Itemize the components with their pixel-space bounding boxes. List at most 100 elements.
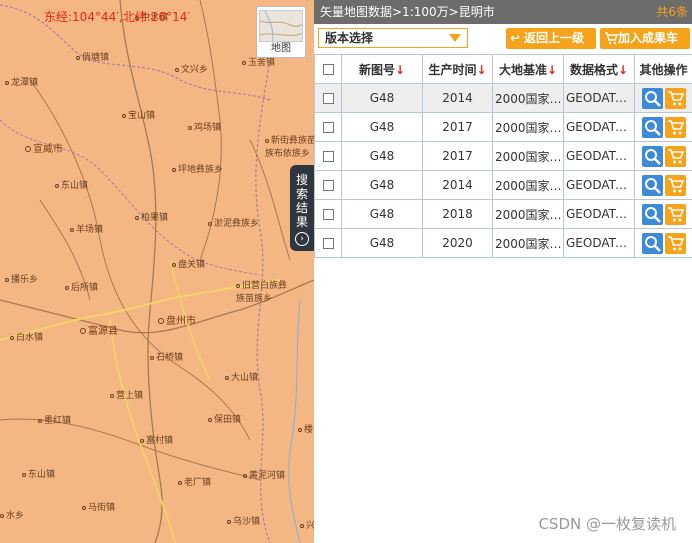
place-name: 柏果镇 [141,213,169,223]
map-place-label: 新街彝族苗族布依族乡 [265,133,314,159]
map-place-label: 盘关镇 [172,257,205,270]
search-results-panel: 矢量地图数据>1:100万>昆明市 共6条 版本选择 ↩ 返回上一级 加入成果车… [314,0,692,543]
place-marker-icon [172,167,176,172]
cart-icon[interactable] [664,145,686,167]
place-marker-icon [158,318,164,324]
row-checkbox[interactable] [322,238,334,249]
search-icon[interactable] [641,203,663,225]
row-select-cell[interactable] [314,199,342,229]
cart-icon[interactable] [664,174,686,196]
place-name: 盘关镇 [178,260,206,270]
map-place-label: 后所镇 [65,280,98,293]
table-row[interactable]: G4820182000国家大地坐标系GEODATABASE [314,199,692,229]
table-row[interactable]: G4820172000国家大地坐标系GEODATABASE [314,141,692,171]
row-checkbox[interactable] [322,180,334,191]
column-header: 其他操作 [634,54,692,84]
cart-icon[interactable] [664,87,686,109]
map-place-label: 墨红镇 [38,413,71,426]
select-all-header[interactable] [314,54,342,84]
row-checkbox[interactable] [322,122,334,133]
row-select-cell[interactable] [314,112,342,142]
column-header[interactable]: 数据格式↓ [563,54,635,84]
row-checkbox[interactable] [322,209,334,220]
column-header[interactable]: 新图号↓ [341,54,423,84]
place-name: 鸡场镇 [194,123,222,133]
place-marker-icon [110,393,114,398]
place-marker-icon [236,283,240,288]
table-header-row: 新图号↓ 生产时间↓ 大地基准↓ 数据格式↓ 其他操作 [314,54,692,84]
production-year-cell: 2014 [422,83,493,113]
search-icon[interactable] [641,145,663,167]
cart-icon[interactable] [664,203,686,225]
datum-cell: 2000国家大地坐标系 [492,199,564,229]
chevron-right-icon: › [295,232,309,246]
back-button[interactable]: ↩ 返回上一级 [506,28,596,49]
place-marker-icon [172,262,176,267]
search-icon[interactable] [641,116,663,138]
place-marker-icon [122,113,126,118]
search-icon[interactable] [641,232,663,254]
map-place-label: 文兴乡 [175,62,208,75]
place-name: 倘塘镇 [82,53,110,63]
search-icon[interactable] [641,174,663,196]
datum-cell: 2000国家大地坐标系 [492,228,564,258]
table-row[interactable]: G4820172000国家大地坐标系GEODATABASE [314,112,692,142]
table-row[interactable]: G4820202000国家大地坐标系GEODATABASE [314,228,692,258]
format-cell: GEODATABASE [563,199,635,229]
place-marker-icon [0,513,4,518]
cart-icon[interactable] [664,232,686,254]
place-name: 乌沙镇 [233,517,261,527]
place-marker-icon [178,480,182,485]
row-checkbox[interactable] [322,93,334,104]
map-place-label: 水乡 [0,508,24,521]
place-marker-icon [82,505,86,510]
search-results-toggle[interactable]: 搜索结果 › [290,165,314,251]
row-select-cell[interactable] [314,83,342,113]
map-place-label: 盘州市 [158,312,196,327]
row-select-cell[interactable] [314,170,342,200]
table-row[interactable]: G4820142000国家大地坐标系GEODATABASE [314,83,692,113]
basemap-switch-button[interactable]: 地图 [256,6,306,58]
place-name: 龙潭镇 [11,78,39,88]
map-view[interactable]: 东经:104°44′,北纬:26°14′ 地图 搜索结果 › 中水镇 倘塘镇 文兴乡… [0,0,314,543]
coordinate-readout: 东经:104°44′,北纬:26°14′ [44,10,191,24]
production-year-cell: 2018 [422,199,493,229]
add-to-cart-button[interactable]: 加入成果车 [600,28,690,49]
place-name: 黄泥河镇 [249,471,286,481]
map-place-label: 黄泥河镇 [243,468,285,481]
row-select-cell[interactable] [314,228,342,258]
place-name: 水乡 [6,511,25,521]
place-name: 玉舍镇 [248,58,276,68]
table-row[interactable]: G4820142000国家大地坐标系GEODATABASE [314,170,692,200]
row-checkbox[interactable] [322,151,334,162]
place-marker-icon [80,328,86,334]
cart-icon[interactable] [664,116,686,138]
row-actions-cell [634,199,692,229]
place-name: 营上镇 [116,391,144,401]
place-name: 文兴乡 [181,65,209,75]
place-name: 淤泥彝族乡 [214,219,260,229]
place-marker-icon [150,355,154,360]
map-place-label: 富村镇 [140,433,173,446]
map-place-label: 乌沙镇 [227,514,260,527]
dropdown-arrow-icon [449,34,461,42]
row-actions-cell [634,141,692,171]
place-name: 盘州市 [166,316,196,327]
version-select[interactable]: 版本选择 [318,28,468,48]
select-all-checkbox[interactable] [322,64,334,75]
map-place-label: 东山镇 [55,178,88,191]
place-name: 楼 [304,425,314,435]
place-name: 播乐乡 [11,275,39,285]
row-select-cell[interactable] [314,141,342,171]
column-header[interactable]: 大地基准↓ [492,54,564,84]
map-place-label: 白水镇 [10,330,43,343]
search-icon[interactable] [641,87,663,109]
search-results-label: 搜索结果 [295,173,308,229]
row-actions-cell [634,228,692,258]
place-marker-icon [5,277,9,282]
breadcrumb: 矢量地图数据>1:100万>昆明市 共6条 [314,0,692,24]
add-to-cart-label: 加入成果车 [618,31,679,45]
column-header[interactable]: 生产时间↓ [422,54,493,84]
map-place-label: 大山镇 [225,370,258,383]
format-cell: GEODATABASE [563,83,635,113]
